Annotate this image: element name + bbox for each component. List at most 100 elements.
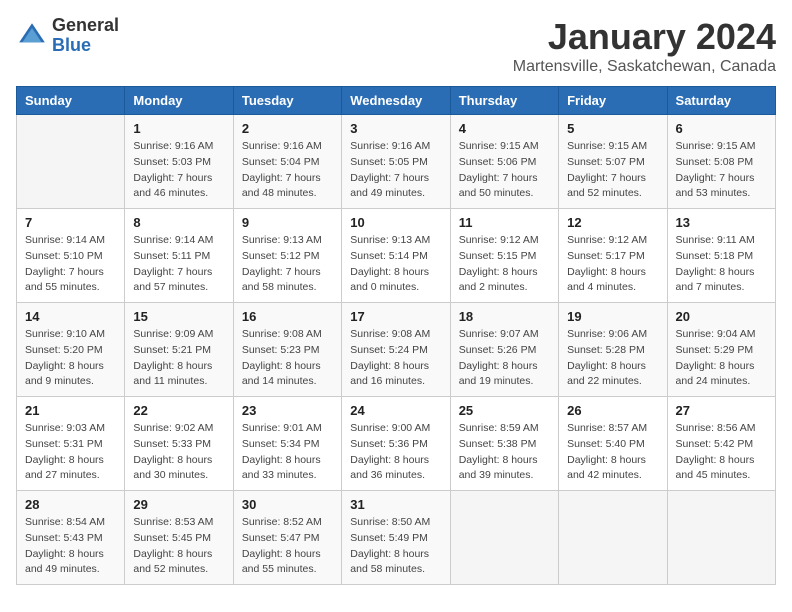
calendar-cell: 9 Sunrise: 9:13 AMSunset: 5:12 PMDaylight… [233, 209, 341, 303]
calendar-cell: 29Sunrise: 8:53 AMSunset: 5:45 PMDayligh… [125, 491, 233, 585]
day-number: 16 [242, 309, 333, 324]
weekday-header-monday: Monday [125, 87, 233, 115]
calendar-week-row: 7Sunrise: 9:14 AMSunset: 5:10 PMDaylight… [17, 209, 776, 303]
day-number: 26 [567, 403, 658, 418]
logo-icon [16, 20, 48, 52]
day-number: 8 [133, 215, 224, 230]
calendar-cell: 24 Sunrise: 9:00 AMSunset: 5:36 PMDayligh… [342, 397, 450, 491]
calendar-cell: 22 Sunrise: 9:02 AMSunset: 5:33 PMDayligh… [125, 397, 233, 491]
day-number: 21 [25, 403, 116, 418]
day-number: 3 [350, 121, 441, 136]
calendar-cell: 17 Sunrise: 9:08 AMSunset: 5:24 PMDayligh… [342, 303, 450, 397]
weekday-header-saturday: Saturday [667, 87, 775, 115]
calendar-cell [667, 491, 775, 585]
calendar-week-row: 1Sunrise: 9:16 AMSunset: 5:03 PMDaylight… [17, 115, 776, 209]
calendar-cell: 7Sunrise: 9:14 AMSunset: 5:10 PMDaylight… [17, 209, 125, 303]
calendar-cell: 21 Sunrise: 9:03 AMSunset: 5:31 PMDayligh… [17, 397, 125, 491]
weekday-header-tuesday: Tuesday [233, 87, 341, 115]
day-number: 5 [567, 121, 658, 136]
calendar-subtitle: Martensville, Saskatchewan, Canada [513, 58, 776, 76]
logo-general: General [52, 16, 119, 36]
day-number: 10 [350, 215, 441, 230]
day-number: 24 [350, 403, 441, 418]
day-detail: Sunrise: 8:59 AMSunset: 5:38 PMDaylight:… [459, 421, 550, 484]
day-detail: Sunrise: 9:02 AMSunset: 5:33 PMDaylight:… [133, 421, 224, 484]
day-number: 23 [242, 403, 333, 418]
day-number: 14 [25, 309, 116, 324]
day-detail: Sunrise: 9:13 AMSunset: 5:14 PMDaylight:… [350, 233, 441, 296]
day-number: 31 [350, 497, 441, 512]
day-detail: Sunrise: 9:15 AMSunset: 5:07 PMDaylight:… [567, 139, 658, 202]
calendar-cell: 1Sunrise: 9:16 AMSunset: 5:03 PMDaylight… [125, 115, 233, 209]
calendar-cell: 23 Sunrise: 9:01 AMSunset: 5:34 PMDayligh… [233, 397, 341, 491]
day-detail: Sunrise: 9:06 AMSunset: 5:28 PMDaylight:… [567, 327, 658, 390]
calendar-week-row: 21 Sunrise: 9:03 AMSunset: 5:31 PMDayligh… [17, 397, 776, 491]
calendar-title: January 2024 [513, 16, 776, 58]
day-detail: Sunrise: 9:13 AMSunset: 5:12 PMDaylight:… [242, 233, 333, 296]
day-detail: Sunrise: 9:15 AMSunset: 5:06 PMDaylight:… [459, 139, 550, 202]
logo: General Blue [16, 16, 119, 56]
logo-blue: Blue [52, 36, 119, 56]
calendar-cell: 8 Sunrise: 9:14 AMSunset: 5:11 PMDaylight… [125, 209, 233, 303]
day-number: 18 [459, 309, 550, 324]
day-detail: Sunrise: 9:08 AMSunset: 5:24 PMDaylight:… [350, 327, 441, 390]
calendar-cell: 11Sunrise: 9:12 AMSunset: 5:15 PMDayligh… [450, 209, 558, 303]
day-detail: Sunrise: 9:11 AMSunset: 5:18 PMDaylight:… [676, 233, 767, 296]
calendar-cell: 31 Sunrise: 8:50 AMSunset: 5:49 PMDayligh… [342, 491, 450, 585]
day-detail: Sunrise: 8:50 AMSunset: 5:49 PMDaylight:… [350, 515, 441, 578]
day-detail: Sunrise: 9:10 AMSunset: 5:20 PMDaylight:… [25, 327, 116, 390]
day-number: 28 [25, 497, 116, 512]
day-detail: Sunrise: 9:07 AMSunset: 5:26 PMDaylight:… [459, 327, 550, 390]
weekday-header-sunday: Sunday [17, 87, 125, 115]
day-detail: Sunrise: 9:15 AMSunset: 5:08 PMDaylight:… [676, 139, 767, 202]
day-detail: Sunrise: 9:14 AMSunset: 5:11 PMDaylight:… [133, 233, 224, 296]
weekday-header-thursday: Thursday [450, 87, 558, 115]
day-detail: Sunrise: 9:04 AMSunset: 5:29 PMDaylight:… [676, 327, 767, 390]
calendar-week-row: 14 Sunrise: 9:10 AMSunset: 5:20 PMDayligh… [17, 303, 776, 397]
day-detail: Sunrise: 8:54 AMSunset: 5:43 PMDaylight:… [25, 515, 116, 578]
calendar-cell: 6Sunrise: 9:15 AMSunset: 5:08 PMDaylight… [667, 115, 775, 209]
calendar-body: 1Sunrise: 9:16 AMSunset: 5:03 PMDaylight… [17, 115, 776, 585]
day-number: 22 [133, 403, 224, 418]
day-number: 19 [567, 309, 658, 324]
calendar-cell: 30Sunrise: 8:52 AMSunset: 5:47 PMDayligh… [233, 491, 341, 585]
day-number: 29 [133, 497, 224, 512]
day-detail: Sunrise: 8:56 AMSunset: 5:42 PMDaylight:… [676, 421, 767, 484]
day-number: 13 [676, 215, 767, 230]
day-detail: Sunrise: 9:16 AMSunset: 5:04 PMDaylight:… [242, 139, 333, 202]
calendar-cell [559, 491, 667, 585]
day-detail: Sunrise: 9:16 AMSunset: 5:05 PMDaylight:… [350, 139, 441, 202]
calendar-week-row: 28 Sunrise: 8:54 AMSunset: 5:43 PMDayligh… [17, 491, 776, 585]
day-number: 17 [350, 309, 441, 324]
day-number: 12 [567, 215, 658, 230]
calendar-cell [450, 491, 558, 585]
day-number: 1 [133, 121, 224, 136]
day-number: 30 [242, 497, 333, 512]
day-number: 20 [676, 309, 767, 324]
page-header: General Blue January 2024 Martensville, … [16, 16, 776, 76]
day-detail: Sunrise: 9:00 AMSunset: 5:36 PMDaylight:… [350, 421, 441, 484]
weekday-header-wednesday: Wednesday [342, 87, 450, 115]
calendar-cell: 3 Sunrise: 9:16 AMSunset: 5:05 PMDaylight… [342, 115, 450, 209]
day-number: 25 [459, 403, 550, 418]
day-detail: Sunrise: 9:12 AMSunset: 5:15 PMDaylight:… [459, 233, 550, 296]
calendar-cell: 15Sunrise: 9:09 AMSunset: 5:21 PMDayligh… [125, 303, 233, 397]
calendar-cell: 5 Sunrise: 9:15 AMSunset: 5:07 PMDaylight… [559, 115, 667, 209]
day-number: 9 [242, 215, 333, 230]
calendar-cell [17, 115, 125, 209]
calendar-cell: 12Sunrise: 9:12 AMSunset: 5:17 PMDayligh… [559, 209, 667, 303]
calendar-cell: 16Sunrise: 9:08 AMSunset: 5:23 PMDayligh… [233, 303, 341, 397]
calendar-cell: 19 Sunrise: 9:06 AMSunset: 5:28 PMDayligh… [559, 303, 667, 397]
calendar-cell: 4Sunrise: 9:15 AMSunset: 5:06 PMDaylight… [450, 115, 558, 209]
weekday-header-row: SundayMondayTuesdayWednesdayThursdayFrid… [17, 87, 776, 115]
day-detail: Sunrise: 9:03 AMSunset: 5:31 PMDaylight:… [25, 421, 116, 484]
calendar-cell: 18 Sunrise: 9:07 AMSunset: 5:26 PMDayligh… [450, 303, 558, 397]
calendar-cell: 10 Sunrise: 9:13 AMSunset: 5:14 PMDayligh… [342, 209, 450, 303]
calendar-cell: 13 Sunrise: 9:11 AMSunset: 5:18 PMDayligh… [667, 209, 775, 303]
day-detail: Sunrise: 9:14 AMSunset: 5:10 PMDaylight:… [25, 233, 116, 296]
day-detail: Sunrise: 9:01 AMSunset: 5:34 PMDaylight:… [242, 421, 333, 484]
calendar-cell: 14 Sunrise: 9:10 AMSunset: 5:20 PMDayligh… [17, 303, 125, 397]
calendar-cell: 27 Sunrise: 8:56 AMSunset: 5:42 PMDayligh… [667, 397, 775, 491]
calendar-header: SundayMondayTuesdayWednesdayThursdayFrid… [17, 87, 776, 115]
day-number: 27 [676, 403, 767, 418]
